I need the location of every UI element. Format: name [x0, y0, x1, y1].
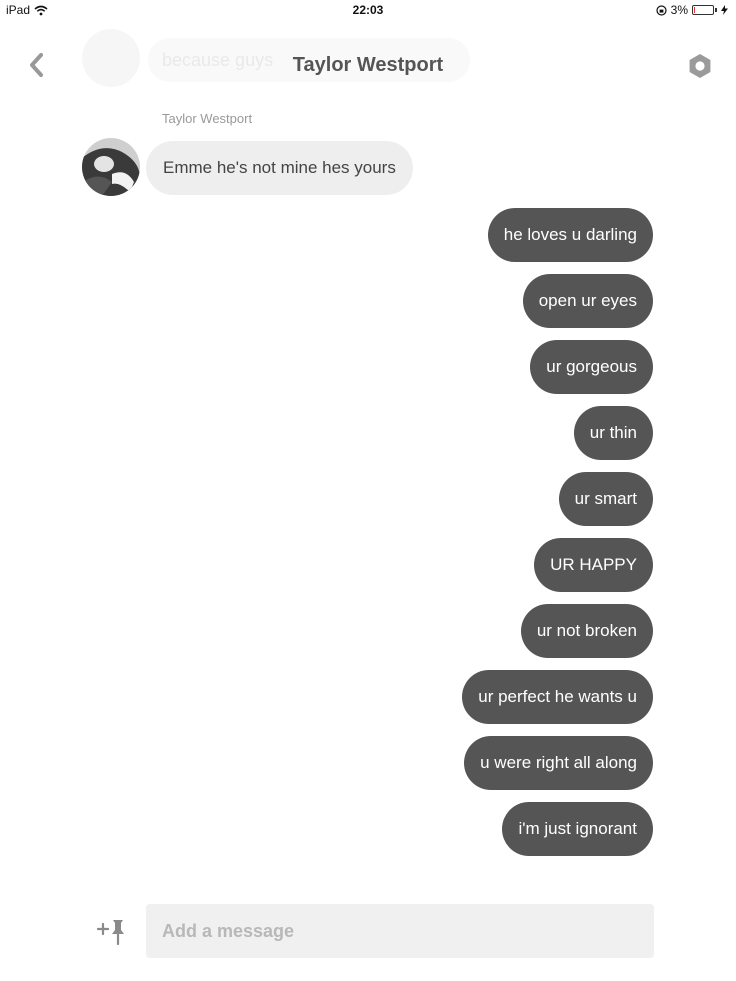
- sent-message: he loves u darling: [487, 208, 653, 262]
- sent-message: ur gorgeous: [530, 340, 653, 394]
- sender-name: Taylor Westport: [162, 111, 253, 126]
- received-message: Emme he's not mine hes yours: [146, 141, 413, 195]
- chat-title: Taylor Westport: [292, 54, 444, 76]
- sent-message: open ur eyes: [522, 274, 653, 328]
- sent-messages: he loves u darling open ur eyes ur gorgeou…: [462, 208, 653, 868]
- gear-icon: [689, 54, 711, 78]
- sent-message: ur not broken: [520, 604, 653, 658]
- sent-message: ur perfect he wants u: [462, 670, 653, 724]
- status-bar: iPad 22:03 3%: [0, 0, 736, 20]
- message-input[interactable]: [146, 904, 654, 958]
- add-attachment-button[interactable]: [96, 916, 128, 946]
- sent-message: u were right all along: [464, 736, 653, 790]
- status-right: 3%: [656, 3, 728, 17]
- sent-message: i'm just ignorant: [502, 802, 653, 856]
- status-time: 22:03: [352, 3, 384, 17]
- avatar[interactable]: [82, 138, 140, 196]
- battery-icon: [692, 5, 714, 15]
- battery-percent: 3%: [670, 3, 688, 17]
- chat-header: because guys Taylor Westport: [0, 20, 736, 110]
- charging-bolt-icon: [721, 5, 728, 15]
- sent-message: ur thin: [573, 406, 653, 460]
- profile-photo: [82, 138, 140, 196]
- orientation-lock-icon: [656, 4, 667, 16]
- sent-message: ur smart: [558, 472, 653, 526]
- sent-message: UR HAPPY: [534, 538, 653, 592]
- add-pin-icon: [96, 920, 124, 946]
- settings-button[interactable]: [686, 52, 714, 80]
